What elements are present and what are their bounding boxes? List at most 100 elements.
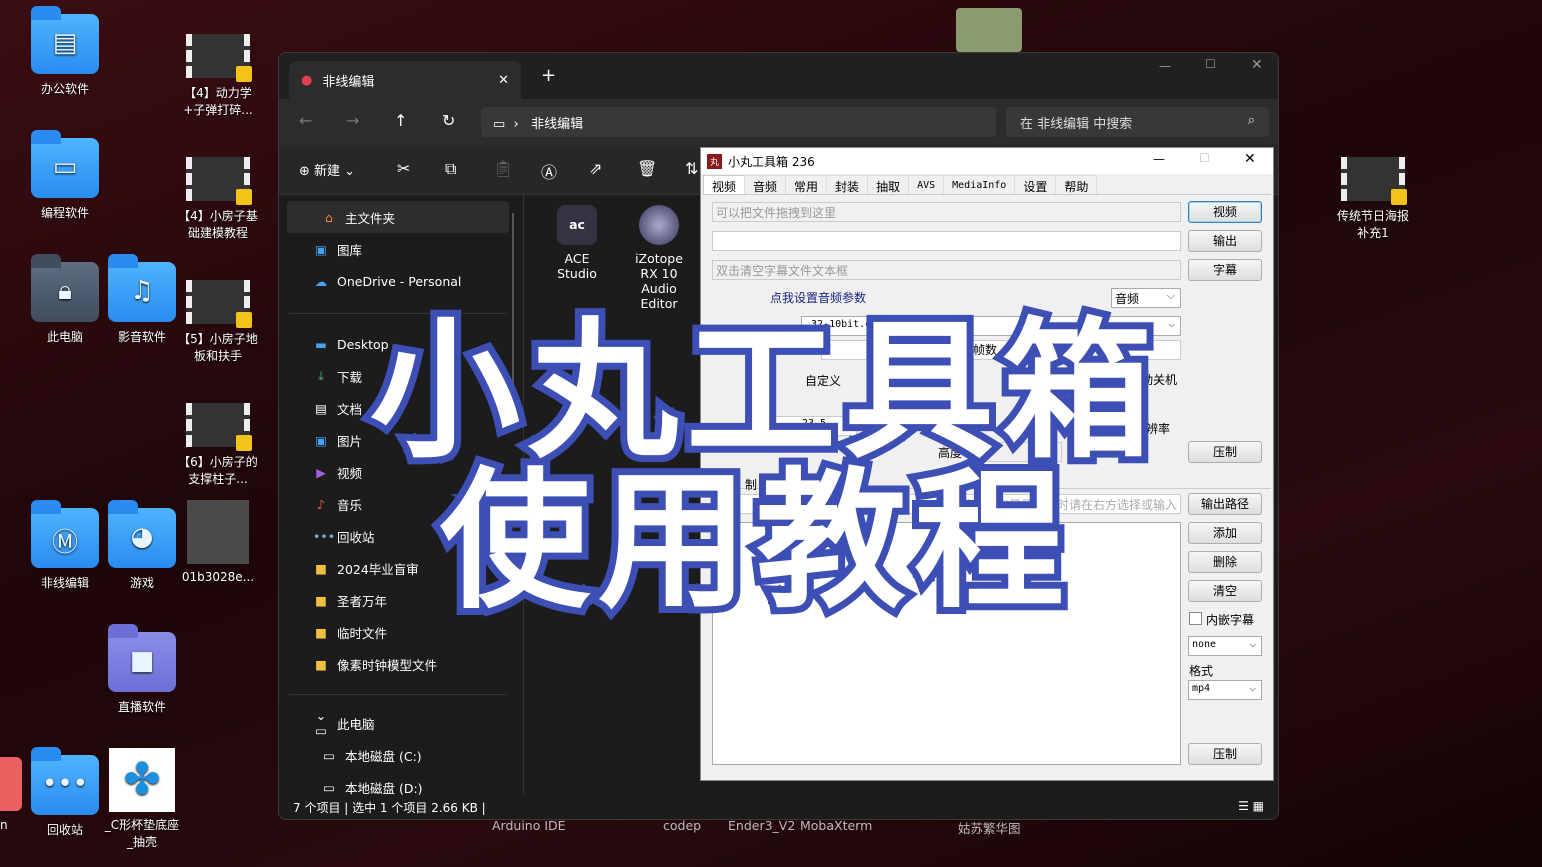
minimize-button[interactable]: — [1153, 152, 1165, 166]
refresh-icon[interactable]: ↻ [442, 111, 455, 130]
explorer-tab[interactable]: ● 非线编辑 ✕ [289, 61, 521, 99]
rename-icon[interactable]: Ⓐ [541, 159, 557, 183]
video-file-input[interactable]: 可以把文件拖拽到这里 [712, 202, 1181, 222]
nav-home[interactable]: ⌂ 主文件夹 [287, 201, 509, 233]
back-icon[interactable]: ← [299, 111, 312, 130]
icon-label: 【4】小房子基础建模教程 [178, 209, 258, 240]
desktop-icon-video-3[interactable]: 【5】小房子地板和扶手 [178, 280, 258, 364]
pc-icon: ⌄ ▭ [315, 708, 327, 738]
desktop-icon-recycle[interactable]: ••• 回收站 [25, 747, 105, 838]
desktop-icon-media[interactable]: ♫ 影音软件 [102, 254, 182, 345]
desktop-label: Arduino IDE [492, 818, 566, 833]
tab-avs[interactable]: AVS [908, 175, 945, 195]
icon-label: 影音软件 [117, 330, 166, 344]
delete-icon[interactable]: 🗑︎ [637, 159, 657, 178]
new-tab-button[interactable]: + [541, 65, 556, 86]
desktop-icon-office[interactable]: ▤ 办公软件 [25, 6, 105, 97]
format-select[interactable]: mp4 [1188, 680, 1262, 700]
copy-icon[interactable]: ⧉ [445, 159, 456, 179]
partial-icon[interactable] [0, 757, 22, 811]
icon-label: 此电脑 [46, 330, 83, 344]
nav-label: 此电脑 [337, 716, 375, 732]
desktop-icon-video-edit[interactable]: Ⓜ 非线编辑 [25, 500, 105, 591]
desktop-icon-video-1[interactable]: 【4】动力学+子弹打碎... [178, 34, 258, 118]
sort-icon[interactable]: ⇅ [685, 159, 698, 178]
icon-label: 办公软件 [40, 82, 89, 96]
compress-button[interactable]: 压制 [1188, 441, 1262, 463]
tab-help[interactable]: 帮助 [1055, 175, 1098, 195]
tab-audio[interactable]: 音频 [744, 175, 787, 195]
add-button[interactable]: 添加 [1188, 522, 1262, 544]
status-text: 7 个项目 | 选中 1 个项目 2.66 KB | [293, 801, 486, 815]
close-button[interactable]: ✕ [1251, 57, 1263, 73]
icon-label: 传统节日海报补充1 [1336, 209, 1409, 240]
nav-label: 像素时钟模型文件 [337, 657, 438, 673]
icon-label: 回收站 [46, 823, 83, 837]
ace-studio-icon: ac [557, 205, 597, 245]
overlay-title-line2: 使用教程 [433, 448, 1073, 636]
maximize-button[interactable]: ☐ [1205, 57, 1216, 71]
search-input[interactable]: 在 非线编辑 中搜索 ⌕ [1006, 107, 1269, 137]
subtitle-button[interactable]: 字幕 [1188, 259, 1262, 281]
window-title: 小丸工具箱 236 [728, 154, 815, 169]
view-toggle-icons[interactable]: ☰ ▦ [1238, 799, 1264, 813]
output-path-button[interactable]: 输出路径 [1188, 493, 1262, 515]
address-input[interactable]: ▭ › 非线编辑 [481, 107, 996, 137]
cut-icon[interactable]: ✂ [397, 159, 410, 178]
nav-label: 文档 [337, 401, 363, 417]
icon-label: 非线编辑 [40, 576, 89, 590]
nav-drive-c[interactable]: ▭ 本地磁盘 (C:) [279, 739, 517, 771]
nav-label: 主文件夹 [345, 210, 396, 226]
maximize-button[interactable]: ☐ [1199, 151, 1210, 165]
output-file-input[interactable] [712, 231, 1181, 251]
subtitle-select[interactable]: none [1188, 636, 1262, 656]
desktop-icon-games[interactable]: ◕ 游戏 [102, 500, 182, 591]
tab-video[interactable]: 视频 [703, 175, 746, 195]
desktop-icon-cup-base[interactable]: ✤ _C形杯垫底座_抽壳 [102, 748, 182, 850]
izotope-icon [639, 205, 679, 245]
desktop-icon-this-pc[interactable]: 🔒︎ 此电脑 [25, 254, 105, 345]
batch-compress-button[interactable]: 压制 [1188, 743, 1262, 765]
close-tab-icon[interactable]: ✕ [498, 73, 509, 88]
desktop-label: MobaXterm [800, 818, 873, 833]
nav-label: 本地磁盘 (D:) [345, 780, 423, 796]
video-button[interactable]: 视频 [1188, 201, 1262, 223]
lock-icon: 🔒︎ [58, 276, 72, 306]
new-button[interactable]: ⊕ 新建 ⌄ [299, 160, 355, 179]
nav-label: 音乐 [337, 497, 363, 513]
nav-label: 视频 [337, 465, 363, 481]
drive-icon: ▭ [323, 779, 335, 795]
forward-icon[interactable]: → [346, 111, 359, 130]
app-icon-top[interactable] [956, 8, 1022, 52]
nav-this-pc[interactable]: ⌄ ▭ 此电脑 [279, 707, 517, 739]
desktop-icon-poster[interactable]: 传统节日海报补充1 [1333, 157, 1413, 241]
tab-settings[interactable]: 设置 [1014, 175, 1057, 195]
clear-button[interactable]: 清空 [1188, 580, 1262, 602]
desktop-label: 姑苏繁华图 [958, 821, 1021, 836]
paste-icon[interactable]: 📋︎ [493, 159, 513, 178]
delete-button[interactable]: 删除 [1188, 551, 1262, 573]
minimize-button[interactable]: — [1159, 59, 1171, 73]
desktop-icon-programming[interactable]: ▭ 编程软件 [25, 130, 105, 221]
monitor-icon: ▭ [493, 117, 506, 132]
nav-label: 圣者万年 [337, 593, 388, 609]
share-icon[interactable]: ⇗ [589, 159, 602, 178]
up-icon[interactable]: ↑ [394, 111, 407, 130]
desktop-icon-image[interactable]: 01b3028e... [178, 500, 258, 584]
desktop-icon-live[interactable]: ■ 直播软件 [102, 624, 182, 715]
nav-folder[interactable]: ■ 像素时钟模型文件 [279, 648, 517, 680]
tab-common[interactable]: 常用 [785, 175, 828, 195]
tab-extract[interactable]: 抽取 [867, 175, 910, 195]
tab-mux[interactable]: 封装 [826, 175, 869, 195]
tab-mediainfo[interactable]: MediaInfo [943, 175, 1016, 195]
desktop-icon-video-2[interactable]: 【4】小房子基础建模教程 [178, 157, 258, 241]
nav-gallery[interactable]: ▣ 图库 [279, 233, 517, 265]
output-button[interactable]: 输出 [1188, 230, 1262, 252]
close-button[interactable]: ✕ [1244, 151, 1256, 167]
new-label: 新建 [314, 164, 341, 179]
home-icon: ⌂ [325, 209, 333, 225]
embed-subtitle-checkbox[interactable] [1189, 612, 1202, 625]
tab-title: 非线编辑 [322, 74, 375, 90]
desktop-icon-video-4[interactable]: 【6】小房子的支撑柱子... [178, 403, 258, 487]
nav-label: 本地磁盘 (C:) [345, 748, 422, 764]
